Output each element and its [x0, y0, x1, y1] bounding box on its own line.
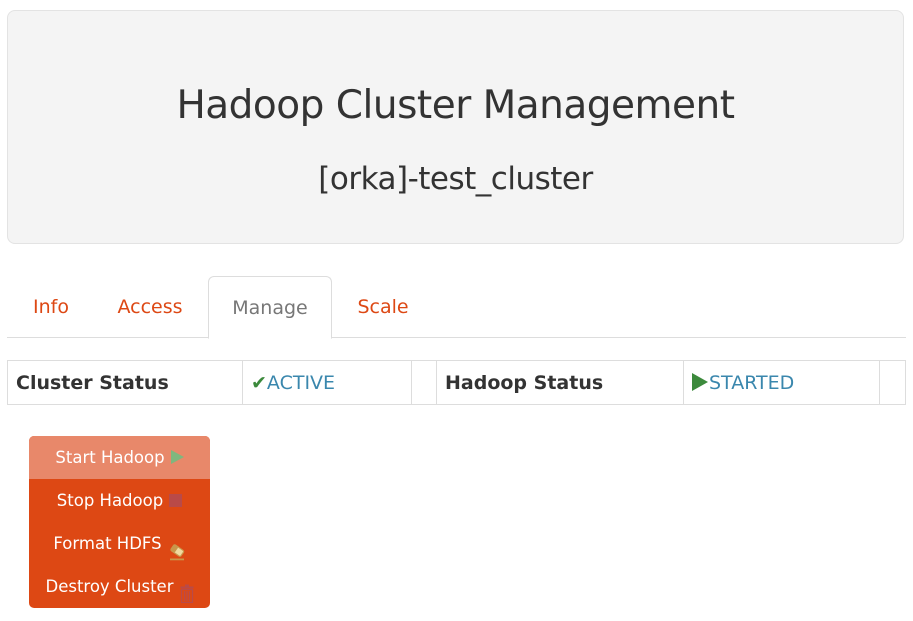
start-hadoop-button[interactable]: Start Hadoop — [29, 436, 210, 479]
status-table: Cluster Status ✔ACTIVE Hadoop Status STA… — [7, 360, 906, 405]
header-panel: Hadoop Cluster Management [orka]-test_cl… — [7, 10, 904, 244]
hadoop-status-text: STARTED — [709, 371, 795, 394]
hadoop-status-label: Hadoop Status — [436, 360, 684, 405]
format-hdfs-button[interactable]: Format HDFS — [29, 522, 210, 565]
destroy-cluster-button[interactable]: Destroy Cluster — [29, 565, 210, 608]
checkmark-icon: ✔ — [251, 371, 267, 394]
stop-hadoop-button[interactable]: Stop Hadoop — [29, 479, 210, 522]
tab-bar: Info Access Manage Scale — [7, 276, 906, 339]
tab-info[interactable]: Info — [29, 276, 73, 338]
hadoop-status-value: STARTED — [683, 360, 880, 405]
play-icon — [692, 372, 708, 391]
cluster-status-value: ✔ACTIVE — [242, 360, 412, 405]
tab-access[interactable]: Access — [117, 276, 183, 338]
status-row: Cluster Status ✔ACTIVE Hadoop Status STA… — [7, 360, 906, 405]
page-title: Hadoop Cluster Management — [176, 83, 735, 128]
cluster-status-text: ACTIVE — [266, 371, 336, 394]
spacer-cell — [879, 360, 906, 405]
tab-manage[interactable]: Manage — [208, 276, 332, 339]
cluster-status-label: Cluster Status — [7, 360, 243, 405]
stop-icon — [169, 493, 183, 507]
tab-scale[interactable]: Scale — [357, 276, 409, 338]
trash-icon — [180, 576, 194, 603]
spacer-cell — [411, 360, 437, 405]
play-icon — [170, 450, 184, 464]
eraser-icon — [168, 534, 186, 560]
actions-menu: Start Hadoop Stop Hadoop Format HDFS Des… — [29, 436, 210, 608]
cluster-name: [orka]-test_cluster — [318, 161, 593, 197]
